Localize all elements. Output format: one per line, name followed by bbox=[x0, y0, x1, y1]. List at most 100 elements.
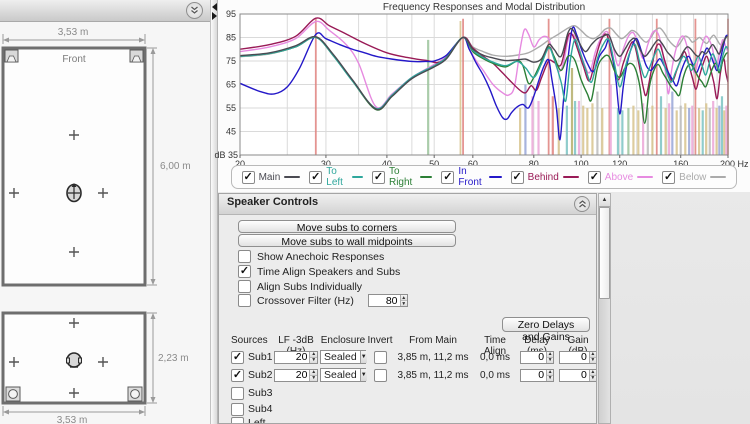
option-row: Crossover Filter (Hz) ▲▼ bbox=[238, 294, 408, 307]
lf-cutoff-spinner-sub2-value[interactable] bbox=[275, 370, 309, 381]
source-checkbox-sub3[interactable] bbox=[231, 387, 244, 400]
dropdown-arrow-icon[interactable]: ▼ bbox=[360, 369, 367, 381]
chevron-double-down-icon bbox=[190, 6, 199, 15]
listener-head-icon-front[interactable] bbox=[67, 353, 82, 367]
legend-line-swatch bbox=[352, 176, 363, 178]
legend-line-swatch bbox=[420, 176, 432, 178]
sub2-speaker-icon-front[interactable] bbox=[128, 387, 142, 401]
spinner-down-icon[interactable]: ▼ bbox=[401, 300, 407, 306]
legend-checkbox-behind[interactable]: ✓ bbox=[511, 171, 524, 184]
room-panel-header bbox=[0, 0, 210, 22]
legend-line-swatch bbox=[710, 176, 726, 178]
invert-checkbox-sub1[interactable] bbox=[374, 351, 387, 364]
sub2-speaker-icon[interactable] bbox=[130, 50, 143, 62]
enclosure-value: Sealed bbox=[321, 369, 360, 381]
spinner-down-icon[interactable]: ▼ bbox=[310, 357, 317, 363]
legend-checkbox-main[interactable]: ✓ bbox=[242, 171, 255, 184]
legend-checkbox-in-front[interactable]: ✓ bbox=[441, 171, 454, 184]
delay-spinner-sub2-value[interactable] bbox=[521, 370, 546, 381]
source-checkbox-sub4[interactable] bbox=[231, 403, 244, 416]
time-align-value: 0,0 ms bbox=[473, 352, 517, 363]
source-label: Sub2 bbox=[248, 369, 273, 381]
time-align-value: 0,0 ms bbox=[473, 370, 517, 381]
zero-delays-and-gains-button[interactable]: Zero Delays and Gains bbox=[502, 317, 590, 332]
checkbox-crossover-filter-hz-[interactable] bbox=[238, 294, 251, 307]
spinner-down-icon[interactable]: ▼ bbox=[547, 375, 553, 381]
delay-spinner-sub2[interactable]: ▲▼ bbox=[520, 369, 554, 382]
gain-spinner-sub1-value[interactable] bbox=[560, 352, 589, 363]
svg-text:95: 95 bbox=[226, 9, 236, 19]
svg-text:45: 45 bbox=[226, 127, 236, 137]
move-subs-to-corners-button[interactable]: Move subs to corners bbox=[238, 220, 456, 233]
scrollbar-thumb[interactable] bbox=[599, 207, 610, 299]
legend-item-to-left: ✓To Left bbox=[309, 166, 363, 188]
lf-cutoff-spinner-sub1[interactable]: ▲▼ bbox=[274, 351, 318, 364]
enclosure-dropdown-sub1[interactable]: Sealed▼ bbox=[320, 350, 366, 364]
legend-label: Behind bbox=[528, 172, 559, 183]
legend-item-above: ✓ Above bbox=[588, 171, 653, 184]
gain-spinner-sub2-value[interactable] bbox=[560, 370, 589, 381]
dropdown-arrow-icon[interactable]: ▼ bbox=[360, 351, 367, 363]
checkbox-time-align-speakers-and-subs[interactable]: ✓ bbox=[238, 265, 251, 278]
legend-checkbox-below[interactable]: ✓ bbox=[662, 171, 675, 184]
lf-cutoff-spinner-sub2[interactable]: ▲▼ bbox=[274, 369, 318, 382]
splitter-expand-right-icon[interactable] bbox=[212, 12, 217, 20]
source-label: Sub3 bbox=[248, 387, 273, 399]
legend-item-main: ✓ Main bbox=[242, 171, 301, 184]
delay-spinner-sub1[interactable]: ▲▼ bbox=[520, 351, 554, 364]
source-checkbox-sub1[interactable]: ✓ bbox=[231, 351, 244, 364]
source-row-left: Left bbox=[231, 415, 597, 424]
source-label: Sub1 bbox=[248, 351, 273, 363]
source-checkbox-left[interactable] bbox=[231, 417, 244, 424]
spinner-down-icon[interactable]: ▼ bbox=[310, 375, 317, 381]
front-wall-label: Front bbox=[62, 54, 86, 65]
move-subs-to-wall-midpoints-button[interactable]: Move subs to wall midpoints bbox=[238, 234, 456, 247]
from-main-distance: 3,85 m, 11,2 ms bbox=[393, 352, 473, 363]
invert-checkbox-sub2[interactable] bbox=[374, 369, 387, 382]
frequency-response-chart: Frequency Responses and Modal Distributi… bbox=[218, 0, 750, 192]
legend-label: To Right bbox=[389, 166, 416, 188]
legend-checkbox-to-left[interactable]: ✓ bbox=[309, 171, 322, 184]
checkbox-label: Crossover Filter (Hz) bbox=[257, 295, 354, 307]
scroll-up-arrow[interactable]: ▲ bbox=[599, 194, 610, 207]
crossover-frequency-spinner-value[interactable] bbox=[369, 295, 400, 306]
chevron-double-up-icon bbox=[578, 200, 587, 209]
sub1-speaker-icon[interactable] bbox=[5, 50, 18, 62]
checkbox-label: Show Anechoic Responses bbox=[257, 251, 384, 263]
sub1-speaker-icon-front[interactable] bbox=[6, 387, 20, 401]
spinner-down-icon[interactable]: ▼ bbox=[590, 357, 596, 363]
collapse-speaker-controls-button[interactable] bbox=[574, 196, 590, 212]
panel-splitter[interactable] bbox=[210, 0, 218, 424]
splitter-collapse-left-icon[interactable] bbox=[212, 3, 217, 11]
legend-checkbox-above[interactable]: ✓ bbox=[588, 171, 601, 184]
legend-label: Main bbox=[259, 172, 281, 183]
delay-spinner-sub1-value[interactable] bbox=[521, 352, 546, 363]
room-width-label: 3,53 m bbox=[58, 27, 89, 38]
checkbox-show-anechoic-responses[interactable] bbox=[238, 250, 251, 263]
speaker-controls-scrollbar[interactable]: ▲ bbox=[598, 193, 611, 424]
crossover-frequency-spinner[interactable]: ▲▼ bbox=[368, 294, 408, 307]
gain-spinner-sub2[interactable]: ▲▼ bbox=[559, 369, 597, 382]
legend-item-in-front: ✓In Front bbox=[441, 166, 501, 188]
lf-cutoff-spinner-sub1-value[interactable] bbox=[275, 352, 309, 363]
chart-plot-area: 958575655545dB 3520304050608010012016020… bbox=[218, 0, 750, 192]
spinner-down-icon[interactable]: ▼ bbox=[590, 375, 596, 381]
legend-checkbox-to-right[interactable]: ✓ bbox=[372, 171, 385, 184]
room-height-dimension bbox=[147, 48, 157, 285]
source-checkbox-sub2[interactable]: ✓ bbox=[231, 369, 244, 382]
source-label: Left bbox=[248, 417, 266, 424]
spinner-down-icon[interactable]: ▼ bbox=[547, 357, 553, 363]
svg-text:75: 75 bbox=[226, 56, 236, 66]
collapse-panel-button[interactable] bbox=[186, 2, 203, 19]
checkbox-align-subs-individually[interactable] bbox=[238, 280, 251, 293]
listener-head-icon-top[interactable] bbox=[67, 183, 81, 202]
room-view-panel: 3,53 m Front bbox=[0, 0, 210, 424]
checkbox-label: Time Align Speakers and Subs bbox=[257, 266, 400, 278]
source-label: Sub4 bbox=[248, 403, 273, 415]
legend-label: Above bbox=[605, 172, 633, 183]
enclosure-dropdown-sub2[interactable]: Sealed▼ bbox=[320, 368, 366, 382]
source-row-sub1: ✓Sub1▲▼Sealed▼3,85 m, 11,2 ms0,0 ms▲▼▲▼ bbox=[231, 349, 597, 365]
legend-item-below: ✓Below bbox=[662, 171, 726, 184]
legend-item-to-right: ✓ To Right bbox=[372, 166, 432, 188]
gain-spinner-sub1[interactable]: ▲▼ bbox=[559, 351, 597, 364]
